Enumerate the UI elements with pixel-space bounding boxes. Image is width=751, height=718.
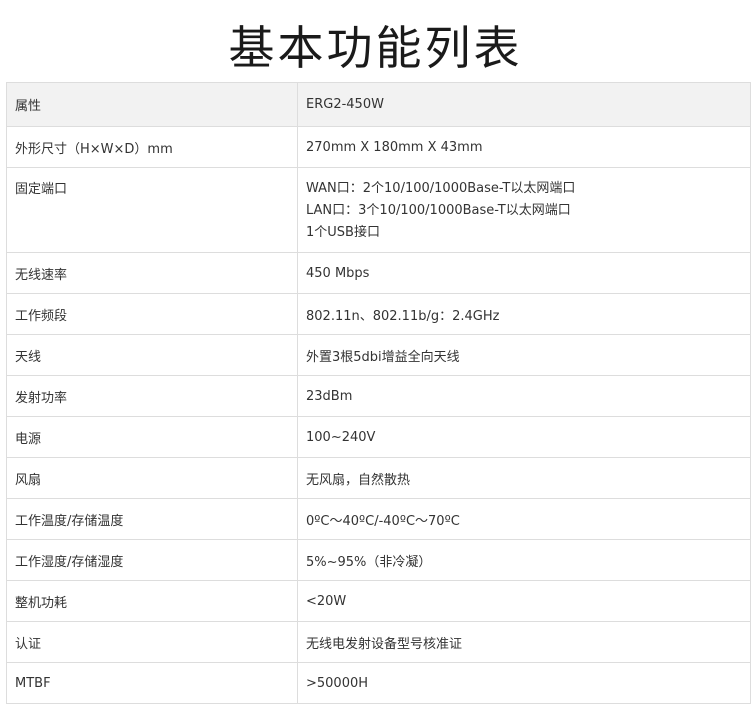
row-attr: 无线速率 xyxy=(6,252,298,294)
row-attr: 风扇 xyxy=(6,457,298,499)
table-row: 无线速率 450 Mbps xyxy=(6,252,751,294)
row-attr: 电源 xyxy=(6,416,298,458)
table-row: 固定端口 WAN口：2个10/100/1000Base-T以太网端口 LAN口：… xyxy=(6,167,751,253)
spec-table: 属性 ERG2-450W 外形尺寸（H×W×D）mm 270mm X 180mm… xyxy=(6,82,751,704)
table-row: 整机功耗 <20W xyxy=(6,580,751,622)
row-value: 外置3根5dbi增益全向天线 xyxy=(297,334,751,376)
row-attr: 整机功耗 xyxy=(6,580,298,622)
row-value: 802.11n、802.11b/g：2.4GHz xyxy=(297,293,751,335)
table-row: 认证 无线电发射设备型号核准证 xyxy=(6,621,751,663)
row-value: >50000H xyxy=(297,662,751,704)
table-row: 工作频段 802.11n、802.11b/g：2.4GHz xyxy=(6,293,751,335)
page-title: 基本功能列表 xyxy=(228,21,523,75)
table-row: 外形尺寸（H×W×D）mm 270mm X 180mm X 43mm xyxy=(6,126,751,168)
row-value: 无风扇，自然散热 xyxy=(297,457,751,499)
table-row: 风扇 无风扇，自然散热 xyxy=(6,457,751,499)
row-attr: 外形尺寸（H×W×D）mm xyxy=(6,126,298,168)
row-attr: 认证 xyxy=(6,621,298,663)
row-value: 无线电发射设备型号核准证 xyxy=(297,621,751,663)
table-header-row: 属性 ERG2-450W xyxy=(6,82,751,127)
header-value-cell: ERG2-450W xyxy=(297,82,751,127)
row-attr: 工作湿度/存储湿度 xyxy=(6,539,298,581)
row-attr: 发射功率 xyxy=(6,375,298,417)
row-value: WAN口：2个10/100/1000Base-T以太网端口 LAN口：3个10/… xyxy=(297,167,751,253)
table-row: MTBF >50000H xyxy=(6,662,751,704)
row-value: 23dBm xyxy=(297,375,751,417)
row-value-line: WAN口：2个10/100/1000Base-T以太网端口 xyxy=(306,181,576,196)
row-attr: 工作频段 xyxy=(6,293,298,335)
table-row: 工作湿度/存储湿度 5%~95%（非冷凝） xyxy=(6,539,751,581)
table-row: 电源 100~240V xyxy=(6,416,751,458)
table-row: 工作温度/存储温度 0ºC～40ºC/-40ºC～70ºC xyxy=(6,498,751,540)
table-row: 天线 外置3根5dbi增益全向天线 xyxy=(6,334,751,376)
row-value-line: 1个USB接口 xyxy=(306,225,380,240)
row-attr: MTBF xyxy=(6,662,298,704)
row-value: 100~240V xyxy=(297,416,751,458)
row-value: 0ºC～40ºC/-40ºC～70ºC xyxy=(297,498,751,540)
row-value: <20W xyxy=(297,580,751,622)
row-value: 270mm X 180mm X 43mm xyxy=(297,126,751,168)
row-value: 450 Mbps xyxy=(297,252,751,294)
header-attr-cell: 属性 xyxy=(6,82,298,127)
row-value: 5%~95%（非冷凝） xyxy=(297,539,751,581)
table-row: 发射功率 23dBm xyxy=(6,375,751,417)
row-attr: 天线 xyxy=(6,334,298,376)
row-value-line: LAN口：3个10/100/1000Base-T以太网端口 xyxy=(306,203,571,218)
row-attr: 固定端口 xyxy=(6,167,298,253)
row-attr: 工作温度/存储温度 xyxy=(6,498,298,540)
